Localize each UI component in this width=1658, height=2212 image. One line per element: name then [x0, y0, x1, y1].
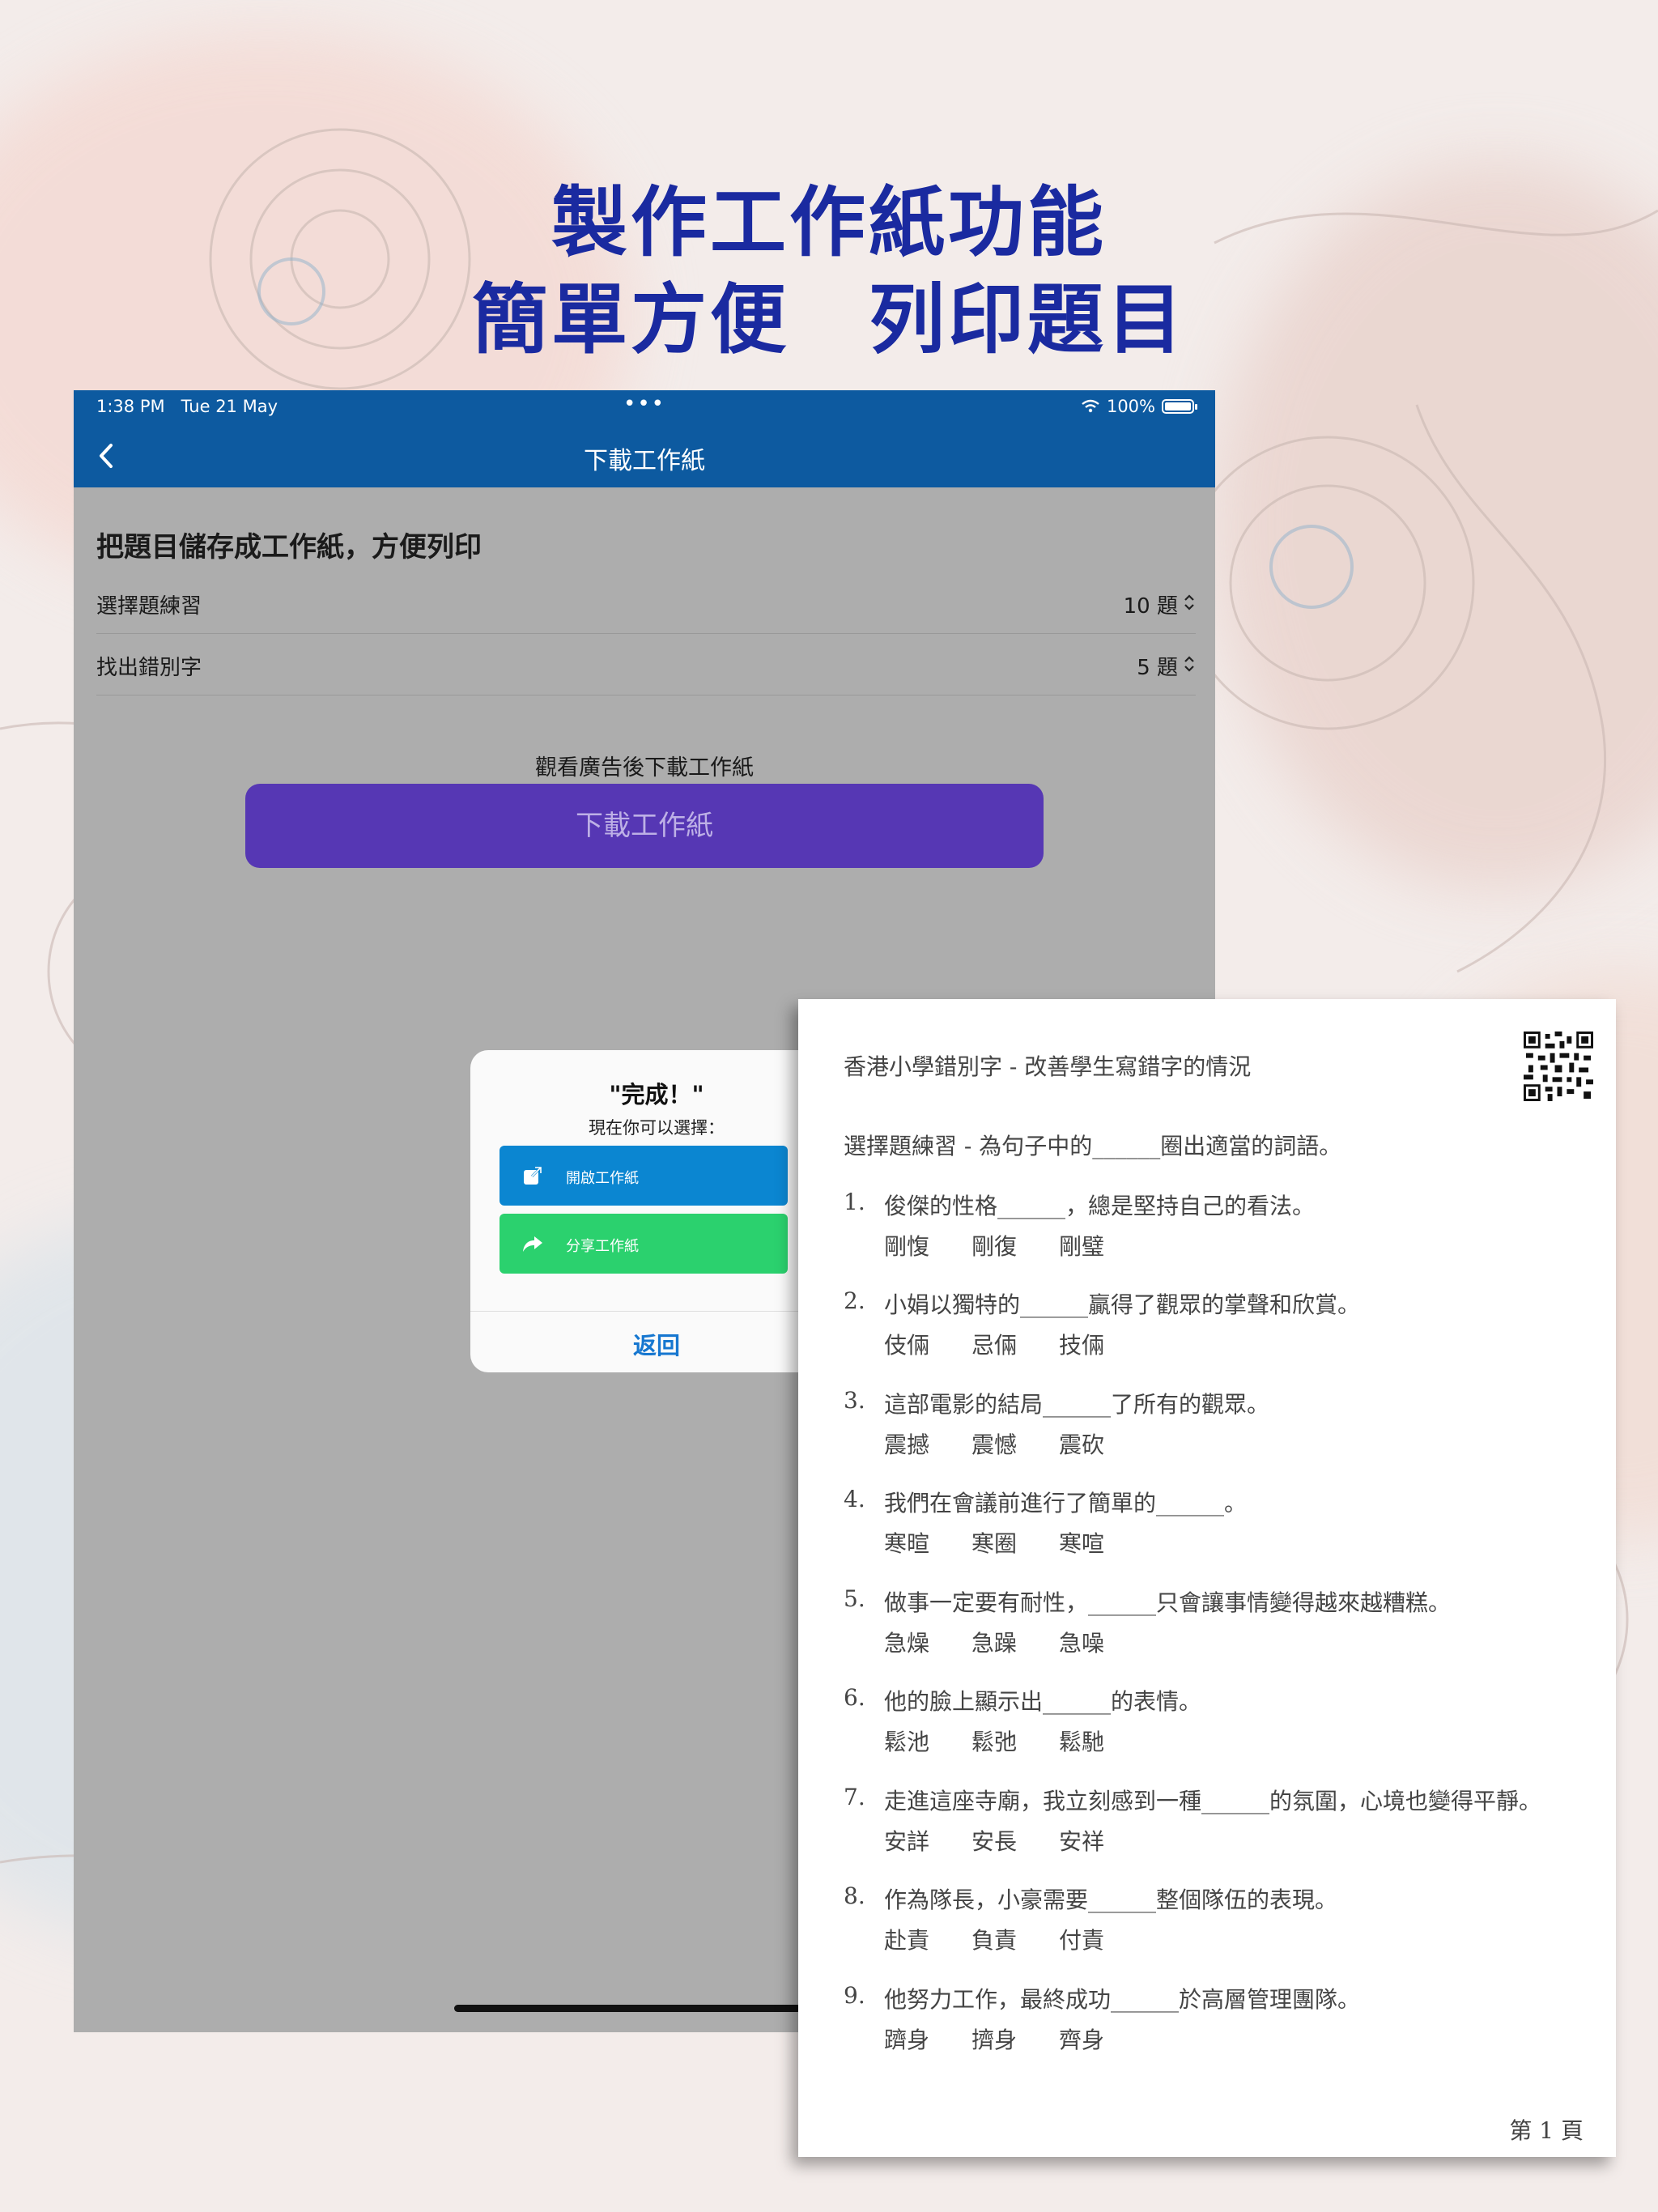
- option: 安長: [971, 1828, 1018, 1855]
- page-number: 第 1 頁: [1509, 2117, 1584, 2144]
- question-options: 安詳 安長 安祥: [884, 1824, 1104, 1857]
- alert-title: "完成！": [609, 1081, 704, 1108]
- option: 寒喧: [1059, 1530, 1105, 1557]
- question-text: 作為隊長，小豪需要______整個隊伍的表現。: [884, 1887, 1338, 1913]
- alert-divider: [470, 1311, 843, 1312]
- share-worksheet-label: 分享工作紙: [566, 1238, 639, 1255]
- option: 震砍: [1059, 1431, 1105, 1458]
- question-options: 鬆池 鬆弛 鬆馳: [884, 1725, 1104, 1757]
- option: 擠身: [971, 2027, 1018, 2053]
- chevron-up-down-icon: [1184, 656, 1194, 672]
- section-title: 把題目儲存成工作紙，方便列印: [96, 531, 482, 564]
- question-options: 寒暄 寒圈 寒喧: [884, 1526, 1104, 1559]
- option: 鬆池: [884, 1729, 930, 1755]
- share-worksheet-button[interactable]: 分享工作紙: [500, 1214, 788, 1274]
- question-number: 9.: [844, 1982, 865, 2009]
- option: 剛復: [971, 1233, 1018, 1260]
- worksheet-intro: 選擇題練習 - 為句子中的______圈出適當的詞語。: [844, 1133, 1342, 1159]
- row-find-typo[interactable]: 找出錯別字 5 題: [96, 633, 1196, 696]
- question-text: 他的臉上顯示出______的表情。: [884, 1688, 1202, 1715]
- question-number: 3.: [844, 1387, 865, 1414]
- status-right: 100%: [1081, 397, 1197, 416]
- row-value[interactable]: 10 題: [1124, 589, 1178, 619]
- question-options: 赴責 負責 付責: [884, 1923, 1104, 1955]
- option: 急躁: [971, 1630, 1018, 1657]
- question-options: 急燥 急躁 急噪: [884, 1626, 1104, 1658]
- option: 伎倆: [884, 1332, 930, 1359]
- option: 震撼: [884, 1431, 930, 1458]
- completion-alert: "完成！" 現在你可以選擇： 開啟工作紙 分享工作紙 返回: [470, 1050, 843, 1372]
- alert-back-button[interactable]: 返回: [470, 1327, 843, 1361]
- option: 負責: [971, 1927, 1018, 1954]
- worksheet-header: 香港小學錯別字 - 改善學生寫錯字的情況: [844, 1053, 1252, 1080]
- headline-line-2: 簡單方便 列印題目: [471, 276, 1186, 364]
- question-text: 小娟以獨特的______贏得了觀眾的掌聲和欣賞。: [884, 1291, 1361, 1318]
- question-options: 伎倆 忌倆 技倆: [884, 1328, 1104, 1360]
- question-text: 這部電影的結局______了所有的觀眾。: [884, 1391, 1270, 1418]
- option: 安詳: [884, 1828, 930, 1855]
- qr-code-icon: [1524, 1032, 1593, 1101]
- question-number: 5.: [844, 1585, 865, 1612]
- option: 剛璧: [1059, 1233, 1105, 1260]
- alert-subtitle: 現在你可以選擇：: [589, 1118, 725, 1138]
- option: 齊身: [1059, 2027, 1105, 2053]
- option: 鬆弛: [971, 1729, 1018, 1755]
- question-text: 他努力工作，最終成功______於高層管理團隊。: [884, 1986, 1361, 2013]
- row-multiple-choice[interactable]: 選擇題練習 10 題: [96, 572, 1196, 634]
- question-options: 躋身 擠身 齊身: [884, 2023, 1104, 2055]
- option: 赴責: [884, 1927, 930, 1954]
- option: 急燥: [884, 1630, 930, 1657]
- row-label: 找出錯別字: [96, 656, 202, 680]
- question-number: 8.: [844, 1882, 865, 1909]
- nav-bar: 下載工作紙: [74, 426, 1215, 487]
- option: 寒圈: [971, 1530, 1018, 1557]
- share-arrow-icon: [523, 1236, 542, 1252]
- question-options: 剛愎 剛復 剛璧: [884, 1229, 1104, 1261]
- option: 震憾: [971, 1431, 1018, 1458]
- option: 鬆馳: [1059, 1729, 1105, 1755]
- option: 躋身: [884, 2027, 930, 2053]
- question-number: 4.: [844, 1486, 865, 1512]
- worksheet-preview: 香港小學錯別字 - 改善學生寫錯字的情況 選擇題練習 - 為句子中的______…: [798, 999, 1616, 2157]
- option: 付責: [1059, 1927, 1105, 1954]
- option: 技倆: [1059, 1332, 1105, 1359]
- battery-percent: 100%: [1106, 397, 1155, 416]
- open-external-icon: [524, 1166, 542, 1185]
- download-worksheet-button[interactable]: 下載工作紙: [245, 784, 1044, 868]
- home-indicator[interactable]: [454, 2005, 835, 2012]
- open-worksheet-label: 開啟工作紙: [566, 1170, 639, 1187]
- question-text: 我們在會議前進行了簡單的______。: [884, 1490, 1248, 1516]
- status-bar: 1:38 PM Tue 21 May ••• 100%: [74, 390, 1215, 426]
- row-value[interactable]: 5 題: [1137, 651, 1178, 681]
- wifi-icon: [1082, 399, 1099, 413]
- question-number: 7.: [844, 1784, 865, 1810]
- option: 忌倆: [971, 1332, 1018, 1359]
- row-label: 選擇題練習: [96, 594, 202, 619]
- battery-icon: [1162, 399, 1197, 414]
- multitask-dots[interactable]: •••: [74, 392, 1215, 416]
- headline-line-1: 製作工作紙功能: [551, 179, 1107, 267]
- question-text: 做事一定要有耐性，______只會讓事情變得越來越糟糕。: [884, 1589, 1452, 1616]
- chevron-up-down-icon: [1184, 594, 1194, 610]
- question-number: 6.: [844, 1684, 865, 1711]
- nav-title: 下載工作紙: [584, 447, 705, 475]
- ad-caption: 觀看廣告後下載工作紙: [535, 755, 754, 781]
- option: 寒暄: [884, 1530, 930, 1557]
- question-number: 2.: [844, 1287, 865, 1314]
- open-worksheet-button[interactable]: 開啟工作紙: [500, 1146, 788, 1206]
- question-text: 俊傑的性格______，總是堅持自己的看法。: [884, 1193, 1316, 1219]
- option: 剛愎: [884, 1233, 930, 1260]
- question-options: 震撼 震憾 震砍: [884, 1427, 1104, 1460]
- option: 急噪: [1059, 1630, 1105, 1657]
- question-text: 走進這座寺廟，我立刻感到一種______的氛圍，心境也變得平靜。: [884, 1788, 1542, 1814]
- question-number: 1.: [844, 1189, 865, 1215]
- option: 安祥: [1059, 1828, 1105, 1855]
